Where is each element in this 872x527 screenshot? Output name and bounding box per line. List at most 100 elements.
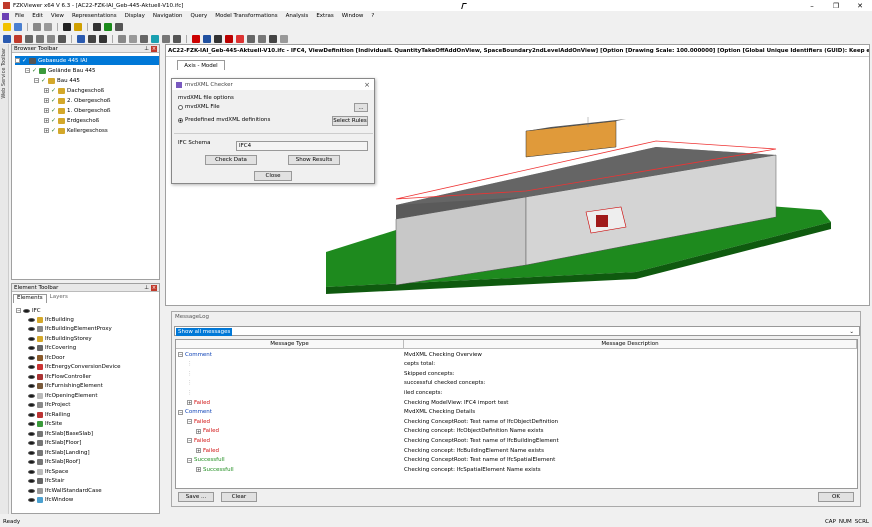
expand-icon[interactable]: + <box>196 428 201 434</box>
element-type-item[interactable]: IfcBuilding <box>28 315 74 324</box>
save-button[interactable]: Save ... <box>178 492 214 502</box>
measure-icon[interactable] <box>14 34 22 43</box>
menu-model-transformations[interactable]: Model Transformations <box>211 13 281 19</box>
eye-icon[interactable] <box>28 384 35 388</box>
explode-icon[interactable] <box>225 34 233 43</box>
save-icon[interactable] <box>14 22 22 31</box>
wire-icon[interactable] <box>269 34 277 43</box>
radio-icon[interactable] <box>178 117 183 123</box>
column-header-type[interactable]: Message Type <box>176 340 404 349</box>
help-icon[interactable] <box>63 22 71 31</box>
menu-view[interactable]: View <box>47 13 68 19</box>
close-icon[interactable]: × <box>151 284 157 291</box>
eye-icon[interactable] <box>28 498 35 502</box>
message-row[interactable]: + Failed Checking ModelView: IFC4 import t… <box>176 398 857 408</box>
eye-icon[interactable] <box>28 327 35 331</box>
collapse-icon[interactable]: − <box>25 68 30 73</box>
element-type-item[interactable]: IfcSite <box>28 420 62 429</box>
tree-item-bau[interactable]: − ✓ Bau 445 <box>34 76 80 85</box>
view-front-icon[interactable] <box>118 34 126 43</box>
message-filter-select[interactable]: Show all messages ⌄ <box>174 326 860 336</box>
element-type-item[interactable]: IfcBuildingStorey <box>28 334 92 343</box>
axis-icon[interactable] <box>236 34 244 43</box>
tree-item-storey[interactable]: + ✓ 1. Obergeschoß <box>44 106 110 115</box>
menu-query[interactable]: Query <box>187 13 212 19</box>
pin-icon[interactable]: ⊥ <box>144 285 149 291</box>
eye-icon[interactable] <box>28 441 35 445</box>
message-row[interactable]: ⋮ cepts total: <box>176 360 857 370</box>
eye-icon[interactable] <box>28 479 35 483</box>
menu-display[interactable]: Display <box>121 13 149 19</box>
column-header-description[interactable]: Message Description <box>404 340 857 349</box>
web-service-toolbar-tab[interactable]: Web Service Toolbar <box>0 44 9 514</box>
collapse-icon[interactable]: − <box>34 78 39 83</box>
tool-icon[interactable] <box>115 22 123 31</box>
tab-elements[interactable]: Elements <box>13 294 47 303</box>
collapse-icon[interactable]: − <box>187 438 192 444</box>
message-row[interactable]: + Successfull Checking concept: IfcSpatial… <box>176 465 857 475</box>
tab-layers[interactable]: Layers <box>47 294 71 303</box>
menu-help[interactable]: ? <box>367 13 378 19</box>
menu-edit[interactable]: Edit <box>28 13 47 19</box>
clear-button[interactable]: Clear <box>221 492 257 502</box>
close-button[interactable]: Close <box>254 171 292 181</box>
tree-item-storey[interactable]: + ✓ Erdgeschoß <box>44 116 99 125</box>
maximize-button[interactable]: ❐ <box>824 0 848 11</box>
browse-button[interactable]: ... <box>354 103 368 112</box>
eye-icon[interactable] <box>28 469 35 474</box>
message-row[interactable]: − Comment MvdXML Checking Overview <box>176 350 857 360</box>
element-type-item[interactable]: IfcWallStandardCase <box>28 486 102 495</box>
tree-item-gelaende[interactable]: − ✓ Gelände Bau 445 <box>25 66 96 75</box>
fit-icon[interactable] <box>58 34 66 43</box>
check-data-button[interactable]: Check Data <box>205 155 257 165</box>
view-bottom-icon[interactable] <box>173 34 181 43</box>
expand-icon[interactable]: + <box>44 128 49 133</box>
pan-icon[interactable] <box>36 34 44 43</box>
element-type-item[interactable]: IfcSlab[Landing] <box>28 448 90 457</box>
eye-icon[interactable] <box>28 422 35 426</box>
element-type-item[interactable]: IfcDoor <box>28 353 65 362</box>
eye-icon[interactable] <box>28 336 35 341</box>
eye-icon[interactable] <box>23 308 30 313</box>
expand-icon[interactable]: + <box>44 88 49 93</box>
menu-representations[interactable]: Representations <box>68 13 121 19</box>
element-type-item[interactable]: IfcProject <box>28 401 70 410</box>
tree-item-storey[interactable]: + ✓ 2. Obergeschoß <box>44 96 110 105</box>
shade-icon[interactable] <box>258 34 266 43</box>
open-icon[interactable] <box>3 22 11 31</box>
eye-icon[interactable] <box>28 317 35 322</box>
expand-icon[interactable]: + <box>196 448 201 453</box>
element-type-item[interactable]: IfcRailing <box>28 410 70 419</box>
eye-icon[interactable] <box>28 346 35 350</box>
radio-mvdxml-file[interactable]: mvdXML File <box>178 104 220 110</box>
select-icon[interactable] <box>3 34 11 43</box>
collapse-icon[interactable]: − <box>187 457 192 463</box>
element-type-item[interactable]: IfcStair <box>28 477 64 486</box>
fly-icon[interactable] <box>88 34 96 43</box>
grid-icon[interactable] <box>214 34 222 43</box>
collapse-icon[interactable]: − <box>178 409 183 415</box>
bulb-icon[interactable] <box>74 22 82 31</box>
expand-icon[interactable]: + <box>44 108 49 113</box>
message-row[interactable]: ⋮ Skipped concepts: <box>176 369 857 379</box>
chevron-down-icon[interactable]: ⌄ <box>847 328 856 336</box>
view-back-icon[interactable] <box>129 34 137 43</box>
eye-icon[interactable] <box>28 431 35 436</box>
close-icon[interactable]: × <box>151 45 157 52</box>
element-type-item[interactable]: IfcSlab[BaseSlab] <box>28 429 93 438</box>
eye-icon[interactable] <box>28 374 35 379</box>
message-row[interactable]: ⋮ iled concepts: <box>176 388 857 398</box>
view-left-icon[interactable] <box>140 34 148 43</box>
menu-file[interactable]: File <box>11 13 28 19</box>
eye-icon[interactable] <box>28 355 35 360</box>
light-icon[interactable] <box>247 34 255 43</box>
element-type-item[interactable]: IfcSlab[Floor] <box>28 439 81 448</box>
expand-icon[interactable]: + <box>44 98 49 103</box>
eye-icon[interactable] <box>28 488 35 493</box>
eye-icon[interactable] <box>28 412 35 417</box>
radio-icon[interactable] <box>178 104 183 110</box>
tree-item-storey[interactable]: + ✓ Dachgeschoß <box>44 86 104 95</box>
eye-icon[interactable] <box>28 365 35 369</box>
element-type-item[interactable]: IfcOpeningElement <box>28 391 98 400</box>
radio-predefined[interactable]: Predefined mvdXML definitions <box>178 117 270 123</box>
